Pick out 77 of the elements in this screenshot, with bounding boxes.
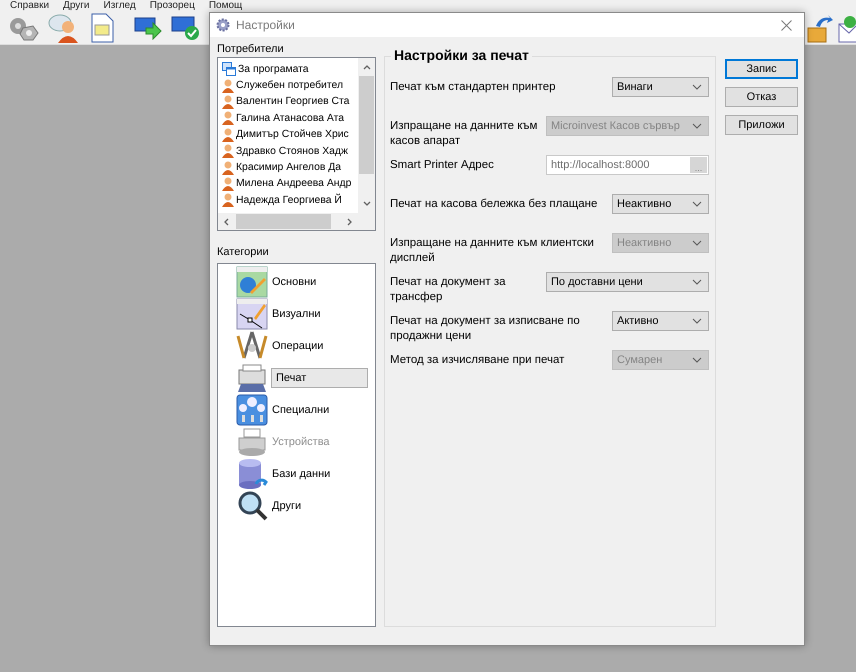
user-name[interactable]: Здравко Стоянов Хадж — [236, 146, 348, 157]
horizontal-scrollbar[interactable] — [218, 213, 358, 230]
category-item[interactable]: Бази данни — [271, 459, 332, 489]
person-icon — [222, 128, 234, 142]
chevron-down-icon — [692, 279, 702, 285]
person-icon — [222, 176, 234, 191]
chat-person-icon[interactable] — [48, 13, 80, 43]
menu-item[interactable]: Прозорец — [150, 0, 195, 12]
category-item[interactable]: Специални — [271, 395, 332, 425]
setting-label: Печат на документ за изписване по продажни цени — [390, 314, 581, 344]
user-name[interactable]: Красимир Ангелов Да — [236, 162, 342, 174]
person-icon — [222, 78, 234, 93]
category-item[interactable]: Печат — [271, 368, 368, 388]
envelope-icon[interactable] — [838, 14, 856, 44]
database-icon — [236, 458, 268, 490]
scroll-left-icon[interactable] — [222, 218, 230, 226]
setting-label: Изпращане на данните към касов апарат — [390, 119, 538, 149]
menu-item[interactable]: Други — [63, 0, 90, 12]
dialog-button[interactable]: Запис — [725, 59, 798, 79]
user-name[interactable]: За програмата — [238, 64, 309, 75]
chevron-down-icon — [692, 357, 702, 363]
close-icon[interactable] — [781, 20, 792, 30]
menu-item[interactable]: Помощ — [208, 0, 242, 12]
menu-item[interactable]: Справки — [10, 0, 50, 12]
user-name[interactable]: Димитър Стойчев Хрис — [236, 129, 349, 140]
chevron-down-icon — [692, 318, 702, 324]
printer-icon — [236, 362, 268, 394]
chevron-down-icon — [692, 240, 702, 246]
user-name[interactable]: Милена Андреева Андр — [236, 178, 352, 190]
user-name[interactable]: Служебен потребител — [236, 80, 344, 92]
user-name[interactable]: Галина Атанасова Ата — [236, 112, 344, 124]
dialog-button[interactable]: Отказ — [725, 87, 798, 107]
categories-label: Категории — [217, 246, 270, 259]
user-name[interactable]: Валентин Георгиев Ста — [236, 96, 350, 108]
setting-label: Печат на документ за трансфер — [390, 275, 506, 305]
chevron-down-icon — [692, 123, 702, 129]
category-item[interactable]: Визуални — [271, 299, 323, 329]
vertical-scrollbar[interactable] — [358, 58, 375, 213]
category-item[interactable]: Други — [271, 491, 304, 521]
box-arrow-icon[interactable] — [806, 14, 834, 44]
printer-icon — [236, 426, 268, 458]
gauges-icon — [236, 394, 268, 426]
menu-item[interactable]: Изглед — [104, 0, 136, 12]
scroll-right-icon[interactable] — [346, 218, 354, 226]
chevron-down-icon — [692, 201, 702, 207]
panel-title: Настройки за печат — [391, 47, 532, 63]
windows-icon — [222, 62, 236, 76]
setting-label: Печат на касова бележка без плащане — [390, 197, 598, 212]
dropdown[interactable]: По доставни цени — [546, 272, 709, 292]
person-icon — [222, 111, 234, 126]
magnifier-icon — [236, 490, 268, 522]
window-title: Настройки — [236, 18, 296, 32]
scroll-up-icon[interactable] — [362, 63, 370, 71]
users-label: Потребители — [217, 43, 285, 56]
chevron-down-icon — [692, 84, 702, 90]
dropdown[interactable]: Активно — [612, 311, 709, 331]
person-icon — [222, 160, 234, 175]
category-item[interactable]: Основни — [271, 267, 318, 297]
setting-label: Изпращане на данните към клиентски дисплей — [390, 236, 595, 266]
person-icon — [222, 94, 234, 109]
document-icon[interactable] — [89, 13, 115, 43]
setting-label: Smart Printer Адрес — [390, 158, 495, 173]
window-pencil-icon — [236, 298, 268, 330]
monitor-check-icon[interactable] — [171, 15, 201, 41]
person-icon — [222, 193, 234, 208]
gear-icon — [216, 18, 230, 32]
dropdown[interactable]: Неактивно — [612, 194, 709, 214]
category-item[interactable]: Операции — [271, 331, 326, 361]
dialog-button[interactable]: Приложи — [725, 115, 798, 135]
dropdown[interactable]: Винаги — [612, 77, 709, 97]
window-wrench-icon — [236, 266, 268, 298]
setting-label: Метод за изчисляване при печат — [390, 353, 566, 368]
setting-label: Печат към стандартен принтер — [390, 80, 556, 95]
person-icon — [222, 144, 234, 158]
user-name[interactable]: Надежда Георгиева Й — [236, 194, 342, 206]
scroll-down-icon[interactable] — [362, 200, 370, 208]
monitor-arrow-icon[interactable] — [134, 16, 162, 40]
